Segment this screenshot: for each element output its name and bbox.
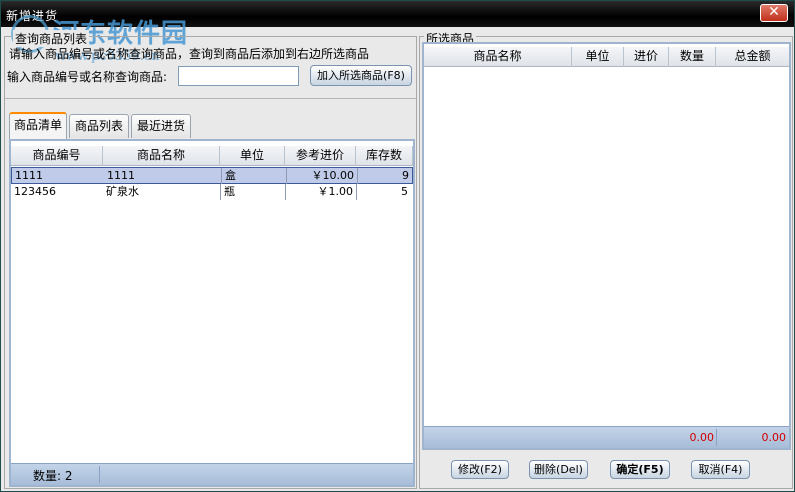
footer-divider [99, 466, 100, 483]
cell-stock: 9 [357, 168, 412, 184]
sum-quantity: 0.00 [689, 431, 715, 444]
table-row[interactable]: 123456 矿泉水 瓶 ￥1.00 5 [11, 184, 413, 201]
selected-table-header: 商品名称 单位 进价 数量 总金额 [424, 47, 789, 67]
tab-product-inventory[interactable]: 商品清单 [9, 112, 67, 139]
column-header-name[interactable]: 商品名称 [424, 47, 572, 67]
selected-products-group: 所选商品 商品名称 单位 进价 数量 总金额 0.00 0.00 修改(F2) … [419, 30, 793, 489]
cell-price: ￥1.00 [285, 184, 356, 200]
cell-stock: 5 [356, 184, 411, 200]
table-footer: 数量: 2 [11, 463, 413, 485]
cell-code: 123456 [14, 185, 56, 198]
tab-recent-purchases[interactable]: 最近进货 [131, 114, 191, 138]
selected-products-table[interactable]: 商品名称 单位 进价 数量 总金额 0.00 0.00 [422, 42, 791, 450]
search-input[interactable] [178, 66, 299, 86]
add-selected-button[interactable]: 加入所选商品(F8) [310, 65, 412, 86]
column-header-quantity[interactable]: 数量 [669, 47, 716, 67]
column-header-unit[interactable]: 单位 [572, 47, 624, 67]
cell-name: 矿泉水 [106, 185, 139, 198]
cell-unit: 盒 [221, 168, 286, 184]
column-header-code[interactable]: 商品编号 [11, 146, 103, 166]
cell-price: ￥10.00 [286, 168, 357, 184]
delete-button[interactable]: 删除(Del) [529, 460, 588, 479]
window-title: 新增进货 [6, 9, 59, 23]
column-header-unit[interactable]: 单位 [220, 146, 285, 166]
cell-name: 1111 [107, 169, 135, 182]
column-header-price[interactable]: 参考进价 [285, 146, 356, 166]
confirm-button[interactable]: 确定(F5) [610, 460, 670, 479]
cell-code: 1111 [15, 169, 43, 182]
column-header-name[interactable]: 商品名称 [103, 146, 220, 166]
cancel-button[interactable]: 取消(F4) [691, 460, 750, 479]
edit-button[interactable]: 修改(F2) [451, 460, 509, 479]
table-row[interactable]: 1111 1111 盒 ￥10.00 9 [11, 167, 413, 184]
column-header-stock[interactable]: 库存数 [356, 146, 413, 166]
item-count: 数量: 2 [33, 469, 73, 483]
query-hint: 请输入商品编号或名称查询商品，查询到商品后添加到右边所选商品 [9, 47, 370, 61]
search-label: 输入商品编号或名称查询商品: [7, 70, 168, 84]
dialog-window: 新增进货 ✕ 河东软件园 www.pc0359.cn 查询商品列表 请输入商品编… [0, 0, 795, 492]
cell-unit: 瓶 [220, 184, 285, 200]
product-table[interactable]: 商品编号 商品名称 单位 参考进价 库存数 1111 1111 盒 ￥10.00… [9, 139, 415, 487]
column-header-total[interactable]: 总金额 [716, 47, 789, 67]
close-button[interactable]: ✕ [760, 4, 788, 22]
table-header: 商品编号 商品名称 单位 参考进价 库存数 [11, 146, 413, 166]
query-group: 查询商品列表 请输入商品编号或名称查询商品，查询到商品后添加到右边所选商品 输入… [4, 30, 417, 489]
totals-bar: 0.00 0.00 [424, 426, 789, 448]
tab-product-list[interactable]: 商品列表 [69, 114, 129, 138]
sum-divider [716, 429, 717, 446]
divider [5, 98, 416, 99]
column-header-price[interactable]: 进价 [624, 47, 669, 67]
sum-amount: 0.00 [761, 431, 787, 444]
title-bar[interactable]: 新增进货 ✕ [1, 1, 794, 27]
